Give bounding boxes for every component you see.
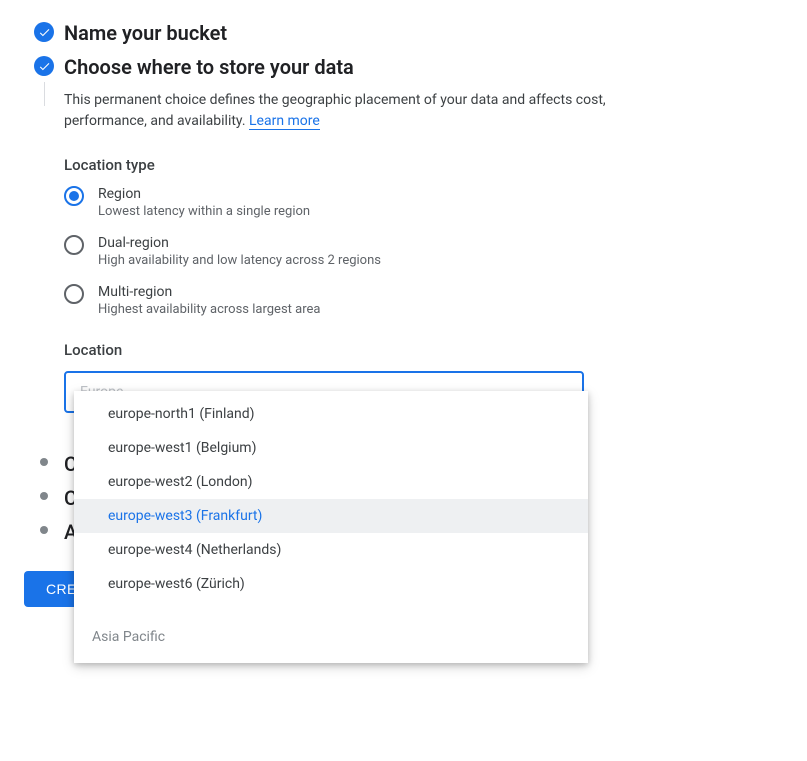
step-title: Name your bucket <box>64 20 783 46</box>
radio-sublabel: Highest availability across largest area <box>98 302 320 317</box>
radio-region[interactable]: Region Lowest latency within a single re… <box>64 186 783 219</box>
dropdown-scroll[interactable]: europe-north1 (Finland)europe-west1 (Bel… <box>74 391 588 663</box>
radio-icon <box>64 284 84 304</box>
dropdown-item[interactable]: europe-west6 (Zürich) <box>74 567 588 601</box>
radio-icon <box>64 186 84 206</box>
bullet-icon <box>40 458 48 466</box>
step-title: Choose where to store your data <box>64 54 783 80</box>
check-icon <box>34 56 54 76</box>
dropdown-item[interactable]: europe-west3 (Frankfurt) <box>74 499 588 533</box>
bullet-icon <box>40 492 48 500</box>
radio-label: Region <box>98 186 310 202</box>
step-connector <box>44 82 45 106</box>
dropdown-item[interactable]: europe-west2 (London) <box>74 465 588 499</box>
dropdown-group-header: Asia Pacific <box>74 619 588 653</box>
location-label: Location <box>64 341 783 359</box>
radio-sublabel: Lowest latency within a single region <box>98 204 310 219</box>
step-description: This permanent choice defines the geogra… <box>64 90 624 132</box>
radio-sublabel: High availability and low latency across… <box>98 253 381 268</box>
step-name-bucket[interactable]: Name your bucket <box>24 20 783 54</box>
dropdown-item[interactable]: europe-west1 (Belgium) <box>74 431 588 465</box>
dropdown-item[interactable]: europe-west4 (Netherlands) <box>74 533 588 567</box>
radio-multi-region[interactable]: Multi-region Highest availability across… <box>64 284 783 317</box>
bullet-icon <box>40 526 48 534</box>
radio-label: Dual-region <box>98 235 381 251</box>
check-icon <box>34 22 54 42</box>
learn-more-link[interactable]: Learn more <box>249 113 320 130</box>
radio-icon <box>64 235 84 255</box>
dropdown-item[interactable]: europe-north1 (Finland) <box>74 397 588 431</box>
radio-label: Multi-region <box>98 284 320 300</box>
location-dropdown: europe-north1 (Finland)europe-west1 (Bel… <box>74 391 588 663</box>
radio-dual-region[interactable]: Dual-region High availability and low la… <box>64 235 783 268</box>
location-type-label: Location type <box>64 156 783 174</box>
